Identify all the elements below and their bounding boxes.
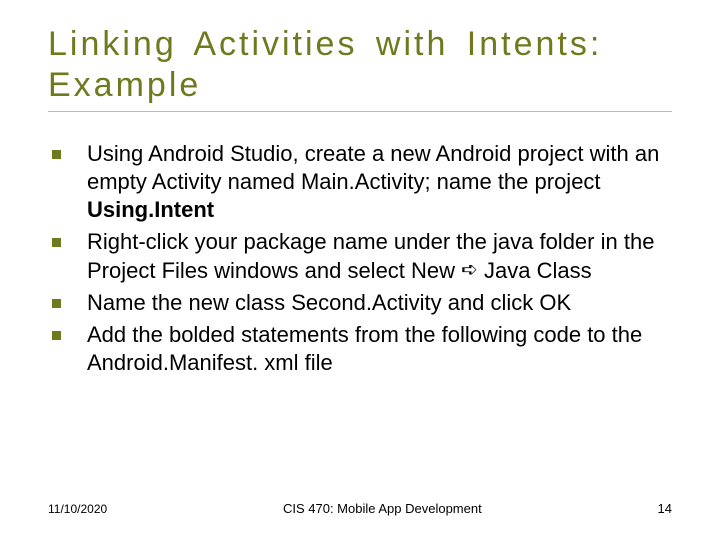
bullet-square-icon bbox=[52, 238, 61, 247]
list-item: Using Android Studio, create a new Andro… bbox=[52, 140, 672, 224]
text-run: Java Class bbox=[478, 258, 592, 283]
bullet-square-icon bbox=[52, 331, 61, 340]
arrow-icon: ➪ bbox=[461, 258, 478, 284]
list-item: Add the bolded statements from the follo… bbox=[52, 321, 672, 377]
bullet-square-icon bbox=[52, 299, 61, 308]
bullet-square-icon bbox=[52, 150, 61, 159]
bullet-text: Using Android Studio, create a new Andro… bbox=[87, 140, 672, 224]
bullet-text: Right-click your package name under the … bbox=[87, 228, 672, 284]
footer-course: CIS 470: Mobile App Development bbox=[107, 501, 657, 516]
list-item: Name the new class Second.Activity and c… bbox=[52, 289, 672, 317]
slide-footer: 11/10/2020 CIS 470: Mobile App Developme… bbox=[48, 501, 672, 516]
slide-body: Using Android Studio, create a new Andro… bbox=[48, 140, 672, 377]
text-bold: Using.Intent bbox=[87, 197, 214, 222]
slide-title: Linking Activities with Intents: Example bbox=[48, 24, 672, 112]
list-item: Right-click your package name under the … bbox=[52, 228, 672, 284]
bullet-list: Using Android Studio, create a new Andro… bbox=[52, 140, 672, 377]
bullet-text: Name the new class Second.Activity and c… bbox=[87, 289, 571, 317]
footer-date: 11/10/2020 bbox=[48, 502, 107, 516]
slide: Linking Activities with Intents: Example… bbox=[0, 0, 720, 540]
footer-page: 14 bbox=[658, 501, 672, 516]
text-run: Using Android Studio, create a new Andro… bbox=[87, 141, 659, 194]
bullet-text: Add the bolded statements from the follo… bbox=[87, 321, 672, 377]
